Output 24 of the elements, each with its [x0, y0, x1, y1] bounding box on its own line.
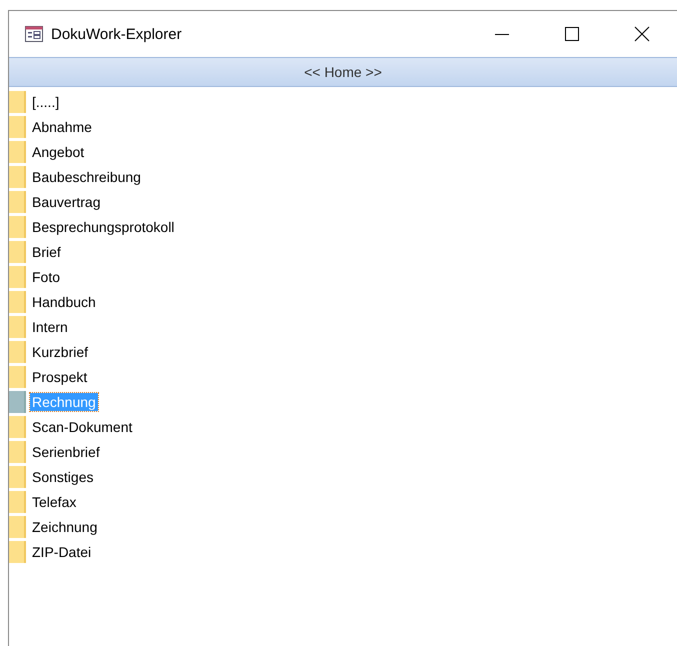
- folder-item[interactable]: Handbuch: [30, 292, 98, 310]
- folder-item[interactable]: Sonstiges: [30, 468, 96, 486]
- folder-item[interactable]: Serienbrief: [30, 442, 102, 460]
- folder-item[interactable]: Telefax: [30, 492, 78, 510]
- folder-item[interactable]: Bauvertrag: [30, 192, 102, 210]
- folder-item[interactable]: Intern: [30, 318, 70, 336]
- close-icon: [634, 26, 650, 42]
- folder-item[interactable]: Prospekt: [30, 368, 90, 386]
- folder-item[interactable]: Brief: [30, 242, 63, 260]
- form-icon: [25, 26, 43, 42]
- folder-item[interactable]: Scan-Dokument: [30, 418, 134, 436]
- folder-item[interactable]: Angebot: [30, 142, 86, 160]
- folder-item[interactable]: Zeichnung: [30, 518, 100, 536]
- maximize-icon: [564, 26, 580, 42]
- window-title: DokuWork-Explorer: [51, 26, 183, 42]
- folder-item[interactable]: Kurzbrief: [30, 342, 90, 360]
- folder-item[interactable]: Besprechungsprotokoll: [30, 218, 176, 236]
- navigation-bar[interactable]: << Home >>: [9, 57, 677, 87]
- folder-item[interactable]: ZIP-Datei: [30, 542, 94, 560]
- folder-item[interactable]: Abnahme: [30, 118, 94, 136]
- folder-item[interactable]: [.....]: [30, 92, 62, 110]
- home-link[interactable]: << Home >>: [304, 64, 382, 80]
- folder-item[interactable]: Foto: [30, 268, 62, 286]
- folder-item[interactable]: Baubeschreibung: [30, 168, 143, 186]
